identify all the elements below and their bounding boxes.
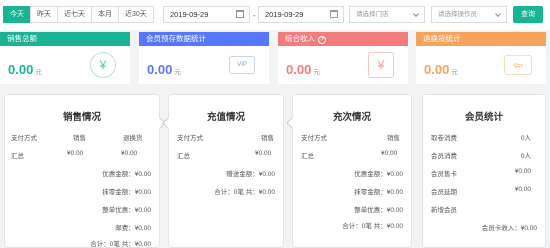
date-range-tabs: 今天 昨天 近七天 本月 近30天 (3, 6, 154, 23)
end-date-field[interactable]: 2019-09-29 (258, 6, 344, 23)
rounding-line: 抹零金额：¥0.00 (102, 189, 151, 196)
col-method: 支付方式 (301, 135, 327, 142)
member-row-value: ¥0.00 (514, 186, 531, 193)
order-discount-line: 整单优惠：¥0.00 (354, 207, 403, 214)
panel-title: 充值情况 (206, 112, 245, 123)
query-button[interactable]: 查询 (513, 6, 543, 23)
filter-bar: 今天 昨天 近七天 本月 近30天 2019-09-29 - 2019-09-2… (0, 0, 550, 30)
col-method: 支付方式 (177, 135, 203, 142)
card-value: 0.00 元 (147, 62, 181, 77)
total-label: 汇总 (301, 153, 314, 160)
chevron-down-icon (495, 11, 501, 17)
member-row-label: 会员售卡 (431, 171, 457, 178)
card-value: 0.00 元 (286, 62, 320, 77)
yen-bag-icon: ¥ (368, 52, 394, 78)
sum-line: 合计：0笔 共：¥0.00 (90, 241, 151, 248)
start-date-field[interactable]: 2019-09-29 (163, 6, 250, 23)
card-title: 综合收入? (278, 32, 408, 46)
operator-select-placeholder: 请选择操作员 (438, 11, 477, 18)
sum-line: 合计：0笔 共：¥0.00 (342, 223, 403, 230)
wallet-return-icon: ⇦ (504, 55, 532, 75)
col-sale: 销售 (261, 135, 274, 142)
store-select-placeholder: 请选择门店 (356, 11, 389, 18)
calendar-icon (330, 10, 338, 18)
total-return: ¥0.00 (121, 150, 138, 157)
tab-last-7-days[interactable]: 近七天 (57, 6, 92, 23)
sales-total-card[interactable]: 销售总额 0.00 元 ¥ (0, 32, 130, 84)
total-income-card[interactable]: 综合收入? 0.00 元 ¥ (278, 32, 408, 84)
member-row-label: 取卷消费 (431, 135, 457, 142)
card-title: 退换货统计 (416, 32, 546, 46)
end-date-value: 2019-09-29 (265, 10, 304, 19)
total-value: ¥0.00 (381, 150, 398, 157)
card-value: 0.00 元 (424, 62, 458, 77)
calendar-icon (236, 10, 244, 18)
postage-line: 邮费：¥0.00 (115, 225, 151, 232)
times-panel: 充次情况 支付方式 销售 汇总 ¥0.00 优惠金额：¥0.00 抹零金额：¥0… (286, 94, 412, 248)
order-discount-line: 整单优惠：¥0.00 (102, 207, 151, 214)
discount-line: 优惠金额：¥0.00 (354, 171, 403, 178)
rounding-line: 抹零金额：¥0.00 (354, 189, 403, 196)
returns-card[interactable]: 退换货统计 0.00 元 ⇦ (416, 32, 546, 84)
recharge-panel: 充值情况 支付方式 销售 汇总 ¥0.00 赠送金额：¥0.00 合计：0笔 共… (162, 94, 284, 248)
gift-line: 赠送金额：¥0.00 (226, 171, 275, 178)
tab-last-30-days[interactable]: 近30天 (118, 6, 154, 23)
yen-circle-icon: ¥ (90, 52, 116, 78)
sum-line: 合计：0笔 共：¥0.00 (214, 189, 275, 196)
member-row-value: 0人 (520, 135, 531, 142)
vip-card-icon: VIP (229, 56, 255, 74)
member-panel: 会员统计 取卷消费 0人 会员消费 0人 会员售卡 ¥0.00 会员延期 ¥0.… (422, 94, 546, 248)
col-method: 支付方式 (11, 135, 37, 142)
col-return: 退换货 (123, 135, 143, 142)
col-sale: 销售 (73, 135, 86, 142)
operator-select[interactable]: 请选择操作员 (431, 6, 507, 23)
store-select[interactable]: 请选择门店 (349, 6, 425, 23)
start-date-value: 2019-09-29 (170, 10, 209, 19)
card-title: 销售总额 (0, 32, 130, 46)
panel-title: 销售情况 (62, 112, 101, 123)
tab-today[interactable]: 今天 (3, 6, 31, 23)
total-sale: ¥0.00 (67, 150, 84, 157)
sales-panel: 销售情况 支付方式 销售 退换货 汇总 ¥0.00 ¥0.00 优惠金额：¥0.… (4, 94, 166, 248)
card-value: 0.00 元 (8, 62, 42, 77)
member-row-label: 会员消费 (431, 153, 457, 160)
panel-title: 充次情况 (332, 112, 371, 123)
total-value: ¥0.00 (255, 150, 272, 157)
tab-yesterday[interactable]: 昨天 (30, 6, 58, 23)
member-row-value: ¥0.00 (514, 168, 531, 175)
discount-line: 优惠金额：¥0.00 (102, 171, 151, 178)
member-row-value: 0人 (520, 153, 531, 160)
col-sale: 销售 (387, 135, 400, 142)
panel-title: 会员统计 (464, 112, 503, 123)
total-label: 汇总 (177, 153, 190, 160)
member-row-label: 新增会员 (431, 207, 457, 214)
date-separator: - (253, 11, 256, 20)
card-title: 会员预存数据统计 (139, 32, 269, 46)
member-income-line: 会员卡收入：¥0.00 (481, 225, 537, 232)
member-row-label: 会员延期 (431, 189, 457, 196)
chevron-down-icon (413, 11, 419, 17)
total-label: 汇总 (11, 153, 24, 160)
tab-this-month[interactable]: 本月 (91, 6, 119, 23)
member-deposit-card[interactable]: 会员预存数据统计 0.00 元 VIP (139, 32, 269, 84)
info-icon[interactable]: ? (318, 36, 326, 44)
